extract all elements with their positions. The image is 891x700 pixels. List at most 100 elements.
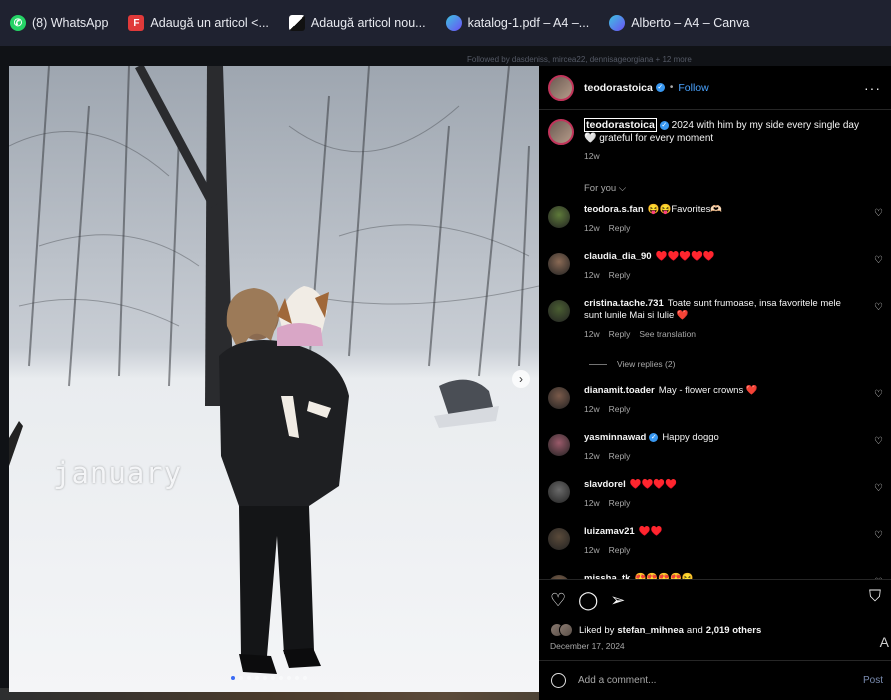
- likes-user[interactable]: stefan_mihnea: [617, 625, 684, 636]
- commenter-avatar[interactable]: [548, 253, 570, 275]
- likes-prefix: Liked by: [579, 624, 615, 636]
- commenter-avatar[interactable]: [548, 300, 570, 322]
- caption-avatar[interactable]: [548, 119, 574, 145]
- comment-body: claudia_dia_90 ♥️♥️♥️♥️♥️ 12w Reply: [584, 251, 854, 298]
- comment-age: 12w: [584, 270, 600, 280]
- comment-like-icon[interactable]: ♡: [874, 389, 883, 400]
- comment-row: luizamav21 ♥️♥️ 12w Reply ♡: [539, 526, 891, 573]
- comment-meta: 12w Reply: [584, 222, 854, 234]
- emoji-icon[interactable]: [551, 673, 566, 688]
- comment-text: ♥️♥️♥️♥️♥️: [655, 251, 715, 262]
- verified-badge-icon: ✓: [659, 120, 669, 130]
- action-icons: ♡ ◯ ➢: [539, 580, 891, 621]
- slide-indicator: [231, 676, 307, 680]
- commenter-avatar[interactable]: [548, 528, 570, 550]
- comment-like-icon[interactable]: ♡: [874, 530, 883, 541]
- post-actions: ♡ ◯ ➢ ⛉ Liked by stefan_mihnea and 2,019…: [539, 579, 891, 700]
- author-username[interactable]: teodorastoica: [584, 82, 653, 94]
- comment-row: teodora.s.fan 😝😝Favorites🫶🏻 12w Reply ♡: [539, 204, 891, 251]
- triangle-logo-icon: [288, 15, 305, 31]
- bookmark-adauga-articol[interactable]: F Adaugă un articol <...: [118, 0, 278, 46]
- post-date: December 17, 2024: [550, 641, 625, 651]
- slide-dot: [255, 676, 259, 680]
- snow-scene-image: [9, 66, 539, 692]
- share-icon[interactable]: ➢: [610, 590, 625, 611]
- comment-like-icon[interactable]: ♡: [874, 255, 883, 266]
- commenter-username[interactable]: yasminnawad: [584, 432, 646, 443]
- comment-row: claudia_dia_90 ♥️♥️♥️♥️♥️ 12w Reply ♡: [539, 251, 891, 298]
- comment-like-icon[interactable]: ♡: [874, 302, 883, 313]
- comment-age: 12w: [584, 498, 600, 508]
- comment-icon[interactable]: ◯: [578, 590, 598, 611]
- bookmark-whatsapp[interactable]: ✆ (8) WhatsApp: [0, 0, 118, 46]
- reply-button[interactable]: Reply: [609, 223, 631, 233]
- post-photo[interactable]: january ›: [9, 66, 539, 692]
- separator-dot: •: [669, 82, 674, 93]
- reply-button[interactable]: Reply: [609, 329, 631, 339]
- reply-button[interactable]: Reply: [609, 451, 631, 461]
- comment-body: teodora.s.fan 😝😝Favorites🫶🏻 12w Reply: [584, 204, 854, 251]
- commenter-avatar[interactable]: [548, 387, 570, 409]
- comment-meta: 12w Reply: [584, 544, 854, 556]
- bookmark-label: Adaugă un articol <...: [150, 16, 269, 30]
- comments-list[interactable]: teodorastoica ✓ 2024 with him by my side …: [539, 111, 891, 579]
- reply-button[interactable]: Reply: [609, 498, 631, 508]
- reply-button[interactable]: Reply: [609, 545, 631, 555]
- commenter-username[interactable]: teodora.s.fan: [584, 204, 644, 215]
- save-bookmark-icon[interactable]: ⛉: [869, 588, 881, 606]
- add-comment-input[interactable]: Add a comment...: [578, 675, 656, 686]
- comment-row: dianamit.toader May - flower crowns ❤️ 12w…: [539, 385, 891, 432]
- replies-line: [589, 363, 607, 365]
- next-slide-button[interactable]: ›: [512, 370, 530, 388]
- slide-dot: [239, 676, 243, 680]
- comment-row: cristina.tache.731 Toate sunt frumoase, i…: [539, 298, 891, 356]
- bookmark-katalog[interactable]: katalog-1.pdf – A4 –...: [436, 0, 600, 46]
- comment-meta: 12w Reply: [584, 403, 854, 415]
- caption-body: teodorastoica ✓ 2024 with him by my side …: [584, 118, 874, 163]
- comment-meta: 12w Reply: [584, 497, 854, 509]
- photo-overlay-text: january: [53, 456, 183, 490]
- reply-button[interactable]: Reply: [609, 404, 631, 414]
- commenter-username[interactable]: dianamit.toader: [584, 385, 655, 396]
- slide-dot: [247, 676, 251, 680]
- comment-like-icon[interactable]: ♡: [874, 483, 883, 494]
- comment-body: cristina.tache.731 Toate sunt frumoase, i…: [584, 298, 854, 356]
- followed-by-text: Followed by dasdeniss, mircea22, dennisa…: [467, 55, 692, 64]
- comment-text: ♥️♥️: [638, 526, 663, 537]
- bookmark-label: Alberto – A4 – Canva: [631, 16, 750, 30]
- bookmark-label: Adaugă articol nou...: [310, 16, 426, 30]
- slide-dot: [295, 676, 299, 680]
- comment-age: 12w: [584, 223, 600, 233]
- follow-button[interactable]: Follow: [678, 82, 708, 94]
- commenter-username[interactable]: slavdorel: [584, 479, 626, 490]
- post-side-panel: teodorastoica ✓ • Follow ··· teodorastoi…: [539, 66, 891, 700]
- commenter-avatar[interactable]: [548, 481, 570, 503]
- comment-row: yasminnawad ✓ Happy doggo 12w Reply ♡: [539, 432, 891, 479]
- post-comment-button[interactable]: Post: [863, 675, 883, 686]
- comment-like-icon[interactable]: ♡: [874, 208, 883, 219]
- comment-like-icon[interactable]: ♡: [874, 436, 883, 447]
- commenter-username[interactable]: cristina.tache.731: [584, 298, 664, 309]
- more-options-icon[interactable]: ···: [864, 80, 881, 96]
- bookmark-alberto[interactable]: Alberto – A4 – Canva: [599, 0, 759, 46]
- slide-dot: [231, 676, 235, 680]
- side-glyph: A: [879, 634, 889, 650]
- caption-username[interactable]: teodorastoica: [584, 118, 657, 132]
- view-replies-button[interactable]: View replies (2): [539, 356, 891, 385]
- bookmark-label: (8) WhatsApp: [32, 16, 109, 30]
- for-you-sort-toggle[interactable]: For you ⌵: [539, 163, 891, 194]
- like-icon[interactable]: ♡: [550, 590, 566, 611]
- reply-button[interactable]: Reply: [609, 270, 631, 280]
- post-header: teodorastoica ✓ • Follow ···: [539, 66, 891, 110]
- see-translation-button[interactable]: See translation: [639, 329, 696, 339]
- commenter-username[interactable]: claudia_dia_90: [584, 251, 652, 262]
- commenter-avatar[interactable]: [548, 434, 570, 456]
- comment-meta: 12w Reply See translation: [584, 328, 854, 340]
- bookmark-adauga-articol-nou[interactable]: Adaugă articol nou...: [279, 0, 436, 46]
- author-avatar[interactable]: [548, 74, 574, 101]
- commenter-avatar[interactable]: [548, 206, 570, 228]
- comment-text: ♥️♥️♥️♥️: [629, 479, 678, 490]
- likes-count[interactable]: 2,019 others: [706, 625, 761, 636]
- commenter-username[interactable]: luizamav21: [584, 526, 635, 537]
- comment-text: 😝😝Favorites🫶🏻: [647, 204, 723, 215]
